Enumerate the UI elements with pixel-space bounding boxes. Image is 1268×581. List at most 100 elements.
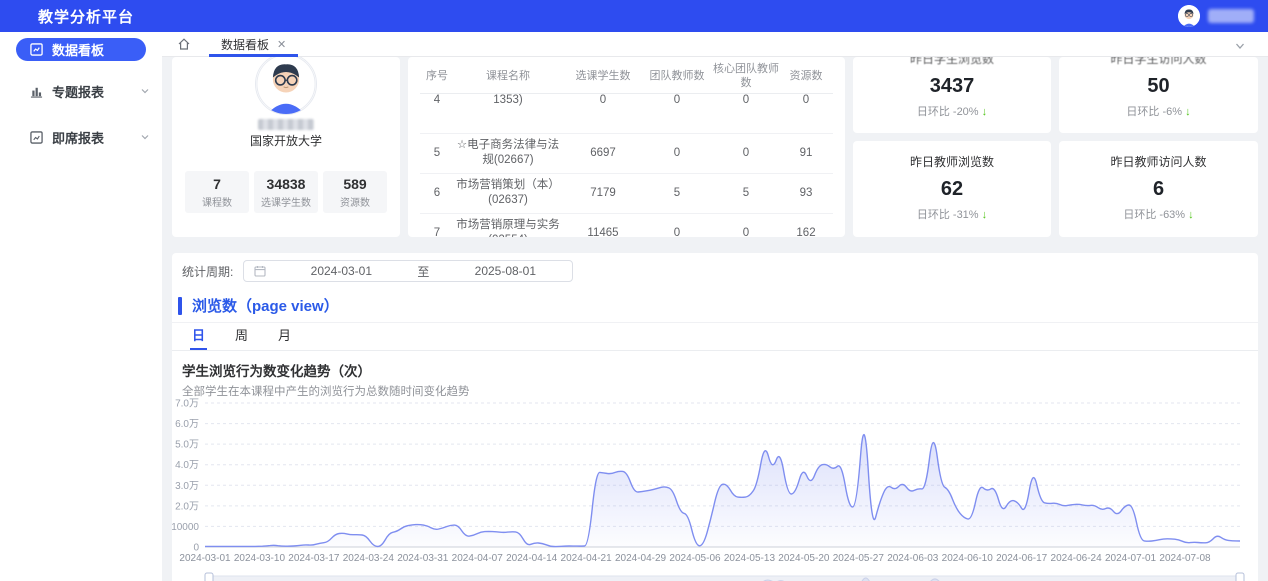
table-cell: 0 — [562, 94, 644, 111]
x-tick-label: 2024-05-20 — [778, 553, 830, 564]
stat-daily-ratio: 日环比 -31% ↓ — [853, 206, 1051, 222]
x-tick-label: 2024-06-10 — [942, 553, 994, 564]
column-header: 课程名称 — [454, 68, 562, 86]
table-cell: 162 — [782, 223, 830, 237]
granularity-tabs: 日 周 月 — [172, 323, 1258, 351]
tab-month[interactable]: 月 — [278, 325, 291, 350]
sidebar-item-label: 专题报表 — [52, 82, 104, 101]
sidebar-item-dashboard[interactable]: 数据看板 — [16, 38, 146, 61]
table-cell: 市场营销原理与实务(02554) — [454, 215, 562, 237]
bar-chart-icon — [30, 85, 43, 98]
table-cell: 91 — [782, 143, 830, 164]
avatar-face-icon — [256, 57, 316, 114]
x-tick-label: 2024-04-21 — [561, 553, 613, 564]
table-cell: 5 — [420, 143, 454, 164]
x-tick-label: 2024-03-31 — [397, 553, 449, 564]
table-cell: 5 — [644, 183, 710, 204]
section-header: 浏览数（page view） — [172, 289, 1258, 323]
redacted-username[interactable] — [1208, 9, 1254, 23]
datazoom-slider[interactable] — [172, 571, 1258, 581]
table-cell: 0 — [644, 223, 710, 237]
column-header: 团队教师数 — [644, 68, 710, 86]
table-cell: 11465 — [562, 223, 644, 237]
x-tick-label: 2024-06-03 — [887, 553, 939, 564]
stat-card-teacher-visitors: 昨日教师访问人数 6 日环比 -63% ↓ — [1059, 141, 1258, 237]
trend-line-chart: 0100002.0万3.0万4.0万5.0万6.0万7.0万2024-03-01… — [172, 390, 1258, 571]
table-cell: 0 — [644, 143, 710, 164]
user-avatar[interactable] — [1178, 5, 1200, 27]
y-tick-label: 2.0万 — [175, 501, 199, 512]
sidebar-item-adhoc-reports[interactable]: 即席报表 — [16, 121, 146, 153]
stat-card-student-views: 昨日学生浏览数 3437 日环比 -20% ↓ — [853, 57, 1051, 133]
table-header-row: 序号课程名称选课学生数团队教师数核心团队教师数资源数 — [420, 61, 833, 94]
stat-card-student-visitors: 昨日学生访问人数 50 日环比 -6% ↓ — [1059, 57, 1258, 133]
stat-title: 昨日教师访问人数 — [1059, 153, 1258, 170]
stat-value: 62 — [853, 178, 1051, 201]
stat-daily-ratio: 日环比 -63% ↓ — [1059, 206, 1258, 222]
date-range-separator: 至 — [408, 263, 438, 280]
x-tick-label: 2024-04-29 — [615, 553, 667, 564]
metric-value: 34838 — [256, 176, 316, 192]
end-date-value[interactable]: 2025-08-01 — [438, 264, 572, 278]
tab-close-icon[interactable]: ✕ — [277, 38, 286, 51]
app-title: 教学分析平台 — [38, 6, 134, 27]
table-cell: 0 — [644, 94, 710, 111]
x-tick-label: 2024-07-08 — [1159, 553, 1211, 564]
column-header: 序号 — [420, 68, 454, 86]
active-tab-underline — [209, 54, 298, 57]
report-icon — [30, 131, 43, 144]
filter-label: 统计周期: — [182, 263, 233, 280]
datazoom-track — [210, 576, 1240, 581]
sidebar: 数据看板 专题报表 即席报表 — [0, 32, 162, 581]
tab-bar: 数据看板 ✕ — [162, 32, 1268, 57]
profile-metrics: 7 课程数 34838 选课学生数 589 资源数 — [172, 171, 400, 213]
date-range-input[interactable]: 2024-03-01 至 2025-08-01 — [243, 260, 573, 282]
table-cell: 0 — [710, 143, 782, 164]
start-date-value[interactable]: 2024-03-01 — [274, 264, 408, 278]
app-root: 教学分析平台 数据看板 专题报表 — [0, 0, 1268, 581]
x-tick-label: 2024-05-06 — [669, 553, 721, 564]
tab-week[interactable]: 周 — [235, 325, 248, 350]
sidebar-item-label: 即席报表 — [52, 128, 104, 147]
column-header: 核心团队教师数 — [710, 61, 782, 93]
x-tick-label: 2024-03-10 — [234, 553, 286, 564]
series-area — [205, 435, 1240, 547]
datazoom-right-handle[interactable] — [1236, 573, 1244, 581]
y-tick-label: 10000 — [172, 522, 199, 533]
table-cell: 7179 — [562, 183, 644, 204]
sidebar-item-topic-reports[interactable]: 专题报表 — [16, 75, 146, 107]
x-tick-label: 2024-04-07 — [452, 553, 504, 564]
tab-dashboard[interactable]: 数据看板 ✕ — [209, 32, 298, 57]
table-row: 6市场营销策划（本）(02637)71795593 — [420, 174, 833, 214]
x-tick-label: 2024-03-17 — [288, 553, 340, 564]
table-cell: 4 — [420, 94, 454, 111]
section-accent-bar — [178, 297, 182, 315]
y-tick-label: 7.0万 — [175, 399, 199, 410]
tab-day[interactable]: 日 — [192, 325, 205, 350]
stat-value: 50 — [1059, 75, 1258, 98]
home-icon[interactable] — [177, 37, 191, 51]
stat-value: 6 — [1059, 178, 1258, 201]
column-header: 选课学生数 — [562, 68, 644, 86]
tab-label: 数据看板 — [221, 36, 269, 53]
statistics-period-filter: 统计周期: 2024-03-01 至 2025-08-01 — [172, 253, 1258, 289]
metric-value: 589 — [325, 176, 385, 192]
table-body: 41353)00005☆电子商务法律与法规(02667)669700916市场营… — [420, 94, 833, 238]
stat-card-teacher-views: 昨日教师浏览数 62 日环比 -31% ↓ — [853, 141, 1051, 237]
table-row: 41353)0000 — [420, 94, 833, 134]
metric-label: 选课学生数 — [256, 194, 316, 209]
datazoom-left-handle[interactable] — [205, 573, 213, 581]
y-tick-label: 3.0万 — [175, 481, 199, 492]
stat-daily-ratio: 日环比 -6% ↓ — [1059, 103, 1258, 119]
dashboard-icon — [30, 43, 43, 56]
arrow-down-icon: ↓ — [982, 106, 988, 118]
x-tick-label: 2024-06-24 — [1051, 553, 1103, 564]
arrow-down-icon: ↓ — [1185, 106, 1191, 118]
stat-value: 3437 — [853, 75, 1051, 98]
column-header: 资源数 — [782, 68, 830, 86]
tab-list-chevron-icon[interactable] — [1234, 39, 1246, 57]
stat-daily-ratio: 日环比 -20% ↓ — [853, 103, 1051, 119]
stat-title: 昨日学生浏览数 — [853, 57, 1051, 67]
metric-enrolled-students: 34838 选课学生数 — [254, 171, 318, 213]
x-tick-label: 2024-05-13 — [724, 553, 776, 564]
